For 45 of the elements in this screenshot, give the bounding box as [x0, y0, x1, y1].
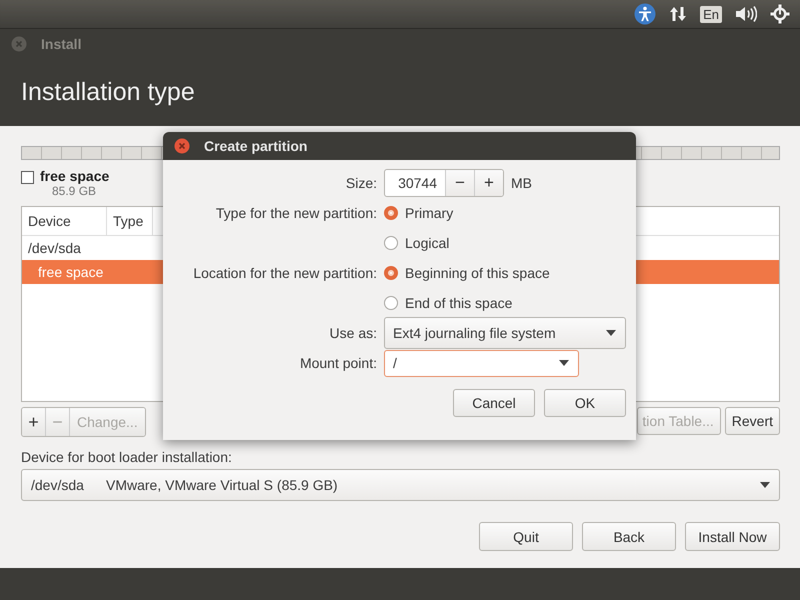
nav-button[interactable]: Install Now [685, 522, 780, 551]
caret-icon [559, 360, 569, 366]
nav-button[interactable]: Quit [479, 522, 573, 551]
radio-option[interactable]: Beginning of this space [384, 265, 550, 281]
field-label: Use as: [328, 324, 377, 343]
legend-label: free space [40, 168, 110, 184]
caret-icon [760, 482, 770, 488]
page-heading: Installation type [21, 78, 195, 106]
radio-option[interactable]: Primary [384, 205, 454, 221]
accessibility-icon[interactable] [634, 3, 656, 25]
field-label: Mount point: [298, 354, 377, 373]
boot-loader-label: Device for boot loader installation: [21, 449, 233, 465]
size-unit: MB [511, 175, 532, 191]
close-icon[interactable] [174, 138, 190, 154]
dialog-button[interactable]: Cancel [453, 389, 535, 417]
caret-icon [606, 330, 616, 336]
radio-option[interactable]: End of this space [384, 295, 512, 311]
close-icon[interactable] [11, 36, 27, 52]
radio-button[interactable] [384, 236, 398, 250]
dialog-title: Create partition [204, 138, 308, 154]
nav-button[interactable]: Back [582, 522, 676, 551]
use-as-combo[interactable]: Ext4 journaling file system [384, 317, 626, 349]
settings-icon[interactable] [770, 4, 790, 24]
radio-button[interactable] [384, 266, 398, 280]
transfer-arrows-icon[interactable] [669, 5, 688, 23]
column-header[interactable]: Type [107, 207, 153, 235]
field-label: Size: [344, 174, 377, 193]
dialog-button[interactable]: OK [544, 389, 626, 417]
boot-device-description: VMware, VMware Virtual S (85.9 GB) [106, 477, 338, 493]
legend-size: 85.9 GB [52, 184, 98, 198]
table-button[interactable]: Revert [724, 407, 780, 435]
partition-action-button[interactable]: + [22, 408, 46, 436]
volume-icon[interactable] [735, 5, 757, 23]
mount-point-combo[interactable]: / [384, 350, 579, 376]
field-label: Type for the new partition: [214, 204, 377, 223]
radio-button[interactable] [384, 296, 398, 310]
radio-button[interactable] [384, 206, 398, 220]
boot-loader-combo[interactable]: /dev/sda VMware, VMware Virtual S (85.9 GB) [21, 469, 780, 501]
field-label: Location for the new partition: [192, 264, 377, 283]
column-header[interactable]: Device [22, 207, 107, 235]
window-title: Install [41, 36, 82, 52]
legend-swatch [21, 171, 34, 184]
boot-device: /dev/sda [31, 477, 85, 493]
radio-option[interactable]: Logical [384, 235, 450, 251]
keyboard-layout-indicator[interactable]: En [700, 6, 722, 22]
